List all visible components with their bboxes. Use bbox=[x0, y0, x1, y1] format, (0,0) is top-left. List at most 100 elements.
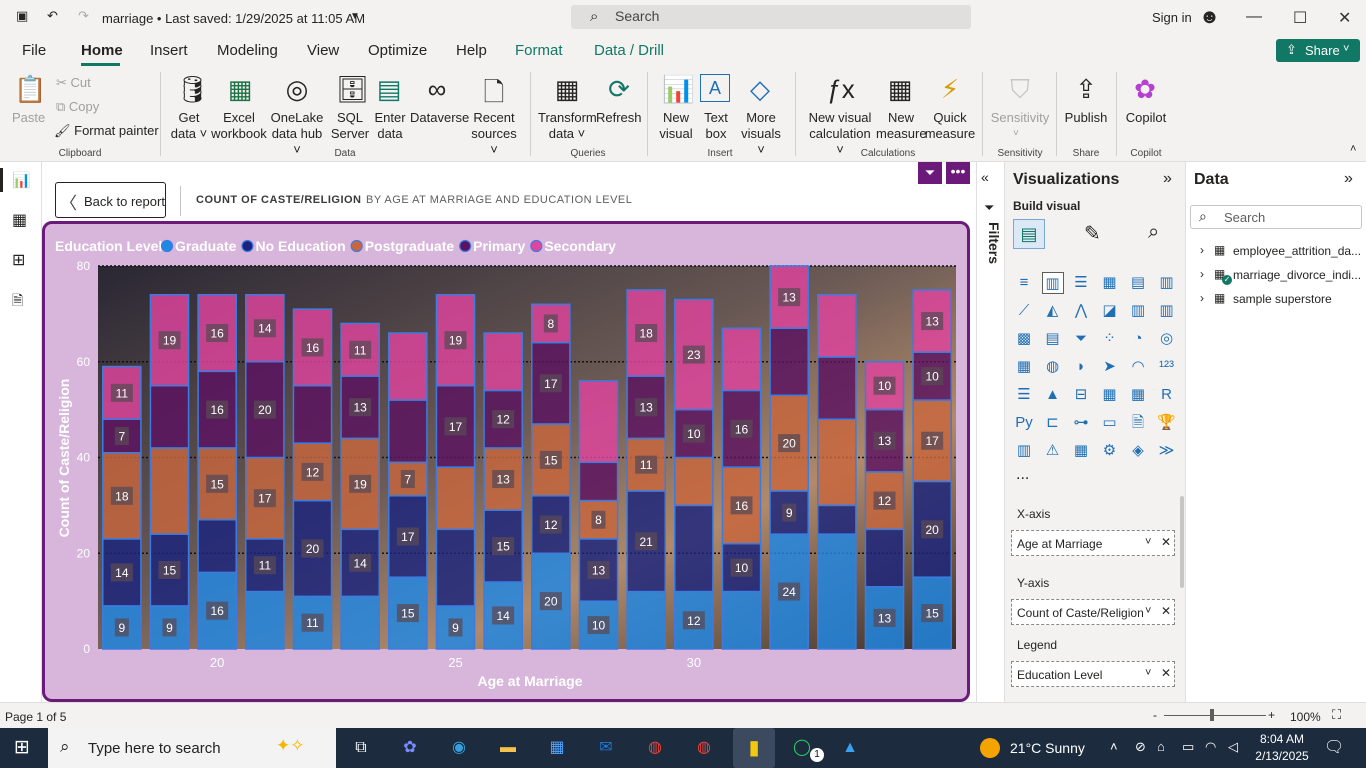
data-search-input[interactable]: Search bbox=[1190, 205, 1362, 229]
visual-type-icon[interactable]: ▤ bbox=[1127, 272, 1149, 294]
tab-file[interactable]: File bbox=[22, 42, 46, 59]
transform-data-button[interactable]: Transform data ˅ bbox=[538, 110, 597, 142]
bar-segment-primary[interactable] bbox=[388, 399, 428, 464]
visual-filter-icon[interactable]: ⏷ bbox=[918, 162, 942, 184]
visual-type-icon[interactable]: ⊟ bbox=[1070, 384, 1092, 406]
redo-icon[interactable]: ↷ bbox=[78, 8, 89, 24]
cut-button[interactable]: ✂ Cut bbox=[56, 75, 91, 91]
tab-insert[interactable]: Insert bbox=[150, 42, 188, 59]
task-view-icon[interactable]: ⧉ bbox=[348, 736, 374, 760]
visual-type-icon[interactable]: ¹²³ bbox=[1156, 356, 1178, 378]
maximize-icon[interactable]: ☐ bbox=[1293, 8, 1307, 28]
visual-type-icon[interactable]: ⁘ bbox=[1099, 328, 1121, 350]
legend-item[interactable]: No Education bbox=[255, 238, 345, 254]
visual-type-icon[interactable]: ☰ bbox=[1070, 272, 1092, 294]
x-axis-remove-icon[interactable]: ✕ bbox=[1161, 535, 1171, 549]
zoom-slider-track[interactable] bbox=[1164, 715, 1266, 716]
visual-type-icon[interactable]: ⚙ bbox=[1099, 440, 1121, 462]
bar-segment-primary[interactable] bbox=[817, 356, 857, 420]
zoom-out-icon[interactable]: - bbox=[1153, 708, 1157, 722]
visual-type-icon[interactable]: ☰ bbox=[1013, 384, 1035, 406]
bar-segment-secondary[interactable] bbox=[388, 332, 428, 401]
chrome-profile-icon[interactable]: ◍ bbox=[691, 736, 717, 760]
visual-type-icon[interactable]: ◍ bbox=[1042, 356, 1064, 378]
title-dropdown-icon[interactable]: ▼ bbox=[350, 11, 360, 22]
visual-type-icon[interactable]: ≫ bbox=[1156, 440, 1178, 462]
build-visual-fields-icon[interactable]: ▤ bbox=[1013, 219, 1045, 249]
tab-format[interactable]: Format bbox=[515, 42, 563, 59]
recent-sources-button[interactable]: Recent sources ˅ bbox=[466, 110, 522, 158]
report-view-icon[interactable]: 📊 bbox=[12, 171, 31, 189]
visual-type-icon[interactable]: ▥ bbox=[1127, 300, 1149, 322]
battery-icon[interactable]: ▭ bbox=[1182, 739, 1194, 755]
tray-app-icon[interactable]: ⊘ bbox=[1135, 739, 1146, 755]
refresh-button[interactable]: Refresh bbox=[596, 110, 642, 126]
undo-icon[interactable]: ↶ bbox=[47, 8, 58, 24]
outlook-icon[interactable]: ✉ bbox=[593, 736, 619, 760]
visual-type-icon[interactable]: ▭ bbox=[1099, 412, 1121, 434]
expand-table-icon[interactable]: › bbox=[1200, 267, 1204, 281]
format-visual-icon[interactable]: ✎ bbox=[1084, 221, 1101, 246]
visual-type-icon[interactable]: ▦ bbox=[1070, 440, 1092, 462]
bar-segment-postgraduate[interactable] bbox=[817, 418, 857, 507]
bar-segment-primary[interactable] bbox=[292, 384, 333, 444]
enter-data-button[interactable]: Enter data bbox=[370, 110, 410, 142]
x-axis-chevron-icon[interactable]: ˅ bbox=[1145, 536, 1151, 548]
table-sample-superstore[interactable]: sample superstore bbox=[1233, 292, 1366, 306]
table-view-icon[interactable]: ▦ bbox=[12, 210, 27, 230]
bar-segment-graduate[interactable] bbox=[340, 595, 380, 650]
expand-table-icon[interactable]: › bbox=[1200, 243, 1204, 257]
bar-segment-graduate[interactable] bbox=[626, 590, 666, 650]
legend-item[interactable]: Secondary bbox=[544, 238, 616, 254]
bar-segment-graduate[interactable] bbox=[721, 590, 762, 650]
copilot-taskbar-icon[interactable]: ✿ bbox=[397, 736, 423, 760]
visual-type-icon[interactable]: ⊏ bbox=[1042, 412, 1064, 434]
dax-query-view-icon[interactable]: 🗎 bbox=[12, 290, 23, 314]
copilot-button[interactable]: Copilot bbox=[1122, 110, 1170, 126]
visual-type-icon[interactable]: ◈ bbox=[1127, 440, 1149, 462]
visual-type-icon[interactable]: ⋀ bbox=[1070, 300, 1092, 322]
more-visual-types-label[interactable]: ... bbox=[1016, 466, 1029, 484]
save-icon[interactable]: ▣ bbox=[16, 8, 28, 24]
tab-view[interactable]: View bbox=[307, 42, 339, 59]
expand-table-icon[interactable]: › bbox=[1200, 291, 1204, 305]
collapse-data-pane-icon[interactable]: » bbox=[1344, 170, 1353, 188]
format-painter-button[interactable]: 🖌 Format painter bbox=[54, 123, 159, 139]
account-icon[interactable]: ☻ bbox=[1199, 6, 1220, 29]
visual-type-icon[interactable]: ▦ bbox=[1099, 384, 1121, 406]
copy-button[interactable]: ⧉ Copy bbox=[56, 99, 99, 115]
visual-type-icon[interactable]: ◠ bbox=[1127, 356, 1149, 378]
visual-type-icon[interactable]: Py bbox=[1013, 412, 1035, 434]
visual-type-icon[interactable]: ▩ bbox=[1013, 328, 1035, 350]
bar-segment-secondary[interactable] bbox=[483, 332, 523, 392]
visual-type-icon[interactable]: ◔ bbox=[1127, 328, 1149, 350]
visual-type-icon[interactable]: ▥ bbox=[1156, 300, 1178, 322]
clock-date[interactable]: 2/13/2025 bbox=[1252, 749, 1312, 763]
legend[interactable]: Education Level Graduate No Education Postg… bbox=[55, 238, 616, 254]
chrome-icon[interactable]: ◍ bbox=[642, 736, 668, 760]
visual-type-icon[interactable]: ▦ bbox=[1099, 272, 1121, 294]
tab-home[interactable]: Home bbox=[81, 42, 123, 59]
bar-segment-primary[interactable] bbox=[769, 327, 809, 397]
tab-modeling[interactable]: Modeling bbox=[217, 42, 278, 59]
visual-type-icon[interactable]: ◎ bbox=[1156, 328, 1178, 350]
legend-item[interactable]: Graduate bbox=[175, 238, 237, 254]
visual-type-icon[interactable]: R bbox=[1156, 384, 1178, 406]
bar-segment-postgraduate[interactable] bbox=[149, 447, 190, 535]
windows-start-icon[interactable]: ⊞ bbox=[14, 736, 30, 759]
filters-label[interactable]: Filters bbox=[978, 222, 1002, 282]
bar-segment-secondary[interactable] bbox=[721, 327, 762, 392]
bar-segment-graduate[interactable] bbox=[817, 533, 857, 650]
table-employee-attrition[interactable]: employee_attrition_da... bbox=[1233, 244, 1366, 258]
legend-chevron-icon[interactable]: ˅ bbox=[1145, 667, 1151, 679]
visual-more-options-icon[interactable]: ••• bbox=[946, 162, 970, 184]
excel-workbook-button[interactable]: Excel workbook bbox=[210, 110, 268, 142]
visual-type-icon[interactable]: ⏷ bbox=[1070, 328, 1092, 350]
tab-help[interactable]: Help bbox=[456, 42, 487, 59]
visual-type-icon[interactable]: ⊶ bbox=[1070, 412, 1092, 434]
visual-type-icon[interactable]: ≡ bbox=[1013, 272, 1035, 294]
visual-type-icon[interactable]: ▲ bbox=[1042, 384, 1064, 406]
publish-button[interactable]: Publish bbox=[1062, 110, 1110, 126]
bar-segment-postgraduate[interactable] bbox=[435, 466, 476, 531]
bar-segment-secondary[interactable] bbox=[578, 380, 619, 464]
